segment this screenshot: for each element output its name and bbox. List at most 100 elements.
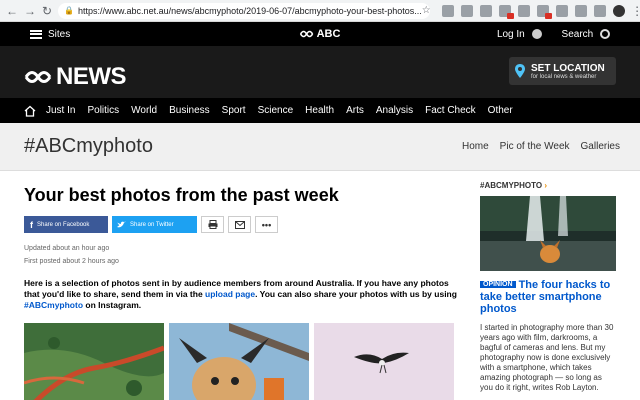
opinion-badge: OPINION <box>480 281 516 289</box>
bookmark-star-icon[interactable]: ☆ <box>422 5 430 16</box>
content-area: Your best photos from the past week f Sh… <box>0 171 640 400</box>
nav-item-fact-check[interactable]: Fact Check <box>425 105 476 116</box>
news-header: NEWS SET LOCATION for local news & weath… <box>0 46 640 98</box>
dog-closeup-image <box>169 323 309 400</box>
more-icon: ••• <box>261 219 272 230</box>
reload-icon[interactable]: ↻ <box>42 4 52 18</box>
nav-item-business[interactable]: Business <box>169 105 210 116</box>
news-logo-text: NEWS <box>56 63 127 90</box>
user-icon <box>531 28 542 39</box>
share-facebook-label: Share on Facebook <box>37 221 90 228</box>
section-link-pic-of-the-week[interactable]: Pic of the Week <box>500 141 570 152</box>
main-nav: Just In Politics World Business Sport Sc… <box>0 98 640 123</box>
sites-menu[interactable]: Sites <box>30 29 70 40</box>
abc-brand[interactable]: ABC <box>299 28 341 40</box>
share-bar: f Share on Facebook Share on Twitter ••• <box>24 216 464 233</box>
extension-icon[interactable] <box>461 4 474 17</box>
photo-dog-closeup[interactable] <box>169 323 309 400</box>
print-icon <box>208 220 217 229</box>
sidebar-tag[interactable]: #ABCMYPHOTO › <box>480 181 616 190</box>
nav-item-health[interactable]: Health <box>305 105 334 116</box>
browser-menu-icon[interactable]: ⋮ <box>631 4 640 18</box>
nav-item-science[interactable]: Science <box>258 105 294 116</box>
location-pin-icon <box>515 64 525 78</box>
article-headline: Your best photos from the past week <box>24 185 339 205</box>
home-icon[interactable] <box>24 105 36 117</box>
login-label: Log In <box>496 28 525 40</box>
nav-item-sport[interactable]: Sport <box>222 105 246 116</box>
section-header: #ABCmyphoto Home Pic of the Week Galleri… <box>0 123 640 171</box>
chevron-right-icon: › <box>544 181 547 190</box>
abcmyphoto-hashtag-link[interactable]: #ABCmyphoto <box>24 300 83 310</box>
photo-gallery <box>24 323 464 400</box>
abc-logo-icon <box>299 30 314 38</box>
set-location-subtitle: for local news & weather <box>531 73 597 80</box>
forward-icon[interactable]: → <box>24 4 36 18</box>
sidebar-tag-label: #ABCMYPHOTO <box>480 181 543 190</box>
intro-text-3: on Instagram. <box>83 300 142 310</box>
twitter-icon <box>117 221 126 228</box>
lock-icon: 🔒 <box>64 6 75 15</box>
email-button[interactable] <box>228 216 251 233</box>
share-twitter-label: Share on Twitter <box>130 221 174 228</box>
sidebar-image[interactable] <box>480 196 616 271</box>
abc-wave-icon <box>24 71 52 83</box>
abc-brand-label: ABC <box>316 28 341 40</box>
extension-icon[interactable] <box>556 4 569 17</box>
abc-global-bar: Sites ABC Log In Search <box>0 22 640 46</box>
photo-aerial-landscape[interactable] <box>24 323 164 400</box>
sidebar-article-headline[interactable]: OPINION The four hacks to take better sma… <box>480 279 616 315</box>
nav-item-analysis[interactable]: Analysis <box>376 105 413 116</box>
extension-icon[interactable] <box>575 4 588 17</box>
waterfall-dog-image <box>480 196 616 271</box>
sites-label: Sites <box>48 28 71 40</box>
address-bar[interactable]: 🔒 https://www.abc.net.au/news/abcmyphoto… <box>58 2 431 19</box>
more-share-button[interactable]: ••• <box>255 216 278 233</box>
search-icon <box>600 28 610 39</box>
abc-news-logo[interactable]: NEWS <box>24 63 127 91</box>
share-twitter-button[interactable]: Share on Twitter <box>112 216 197 233</box>
nav-item-just-in[interactable]: Just In <box>46 105 75 116</box>
print-button[interactable] <box>201 216 224 233</box>
nav-item-politics[interactable]: Politics <box>87 105 119 116</box>
extension-icon[interactable] <box>499 4 515 19</box>
nav-item-other[interactable]: Other <box>488 105 513 116</box>
section-link-galleries[interactable]: Galleries <box>581 141 620 152</box>
updated-time: Updated about an hour ago <box>24 245 110 252</box>
upload-page-link[interactable]: upload page <box>205 289 255 299</box>
sidebar-article-summary: I started in photography more than 30 ye… <box>480 323 614 393</box>
photo-bird-in-flight[interactable] <box>314 323 454 400</box>
extension-icon[interactable] <box>442 4 455 17</box>
login-button[interactable]: Log In <box>497 29 542 40</box>
extension-icons <box>442 4 626 19</box>
sidebar: #ABCMYPHOTO › OPINION The four hacks to t… <box>480 181 616 393</box>
section-link-home[interactable]: Home <box>462 141 489 152</box>
nav-item-world[interactable]: World <box>131 105 157 116</box>
email-icon <box>234 220 245 229</box>
extension-icon[interactable] <box>518 4 531 17</box>
search-button[interactable]: Search <box>562 29 610 40</box>
extension-icon[interactable] <box>594 4 607 17</box>
share-facebook-button[interactable]: f Share on Facebook <box>24 216 108 233</box>
search-label: Search <box>561 28 594 40</box>
article-meta: Updated about an hour ago First posted a… <box>24 242 464 268</box>
aerial-landscape-image <box>24 323 164 400</box>
url-text: https://www.abc.net.au/news/abcmyphoto/2… <box>78 5 422 16</box>
browser-toolbar: ← → ↻ 🔒 https://www.abc.net.au/news/abcm… <box>0 0 640 22</box>
nav-item-arts[interactable]: Arts <box>346 105 364 116</box>
intro-text-2: . You can also share your photos with us… <box>255 289 457 299</box>
profile-avatar-icon[interactable] <box>613 4 626 17</box>
back-icon[interactable]: ← <box>6 4 18 18</box>
set-location-title: SET LOCATION <box>531 62 605 74</box>
article: Your best photos from the past week f Sh… <box>24 181 464 400</box>
extension-icon[interactable] <box>537 4 553 19</box>
extension-icon[interactable] <box>480 4 493 17</box>
hamburger-icon <box>30 29 42 39</box>
facebook-icon: f <box>30 219 33 230</box>
first-posted-time: First posted about 2 hours ago <box>24 258 119 265</box>
section-links: Home Pic of the Week Galleries <box>462 141 620 152</box>
article-intro: Here is a selection of photos sent in by… <box>24 278 464 311</box>
bird-in-flight-image <box>314 323 454 400</box>
section-title[interactable]: #ABCmyphoto <box>24 135 153 158</box>
set-location-button[interactable]: SET LOCATION for local news & weather <box>509 57 616 85</box>
